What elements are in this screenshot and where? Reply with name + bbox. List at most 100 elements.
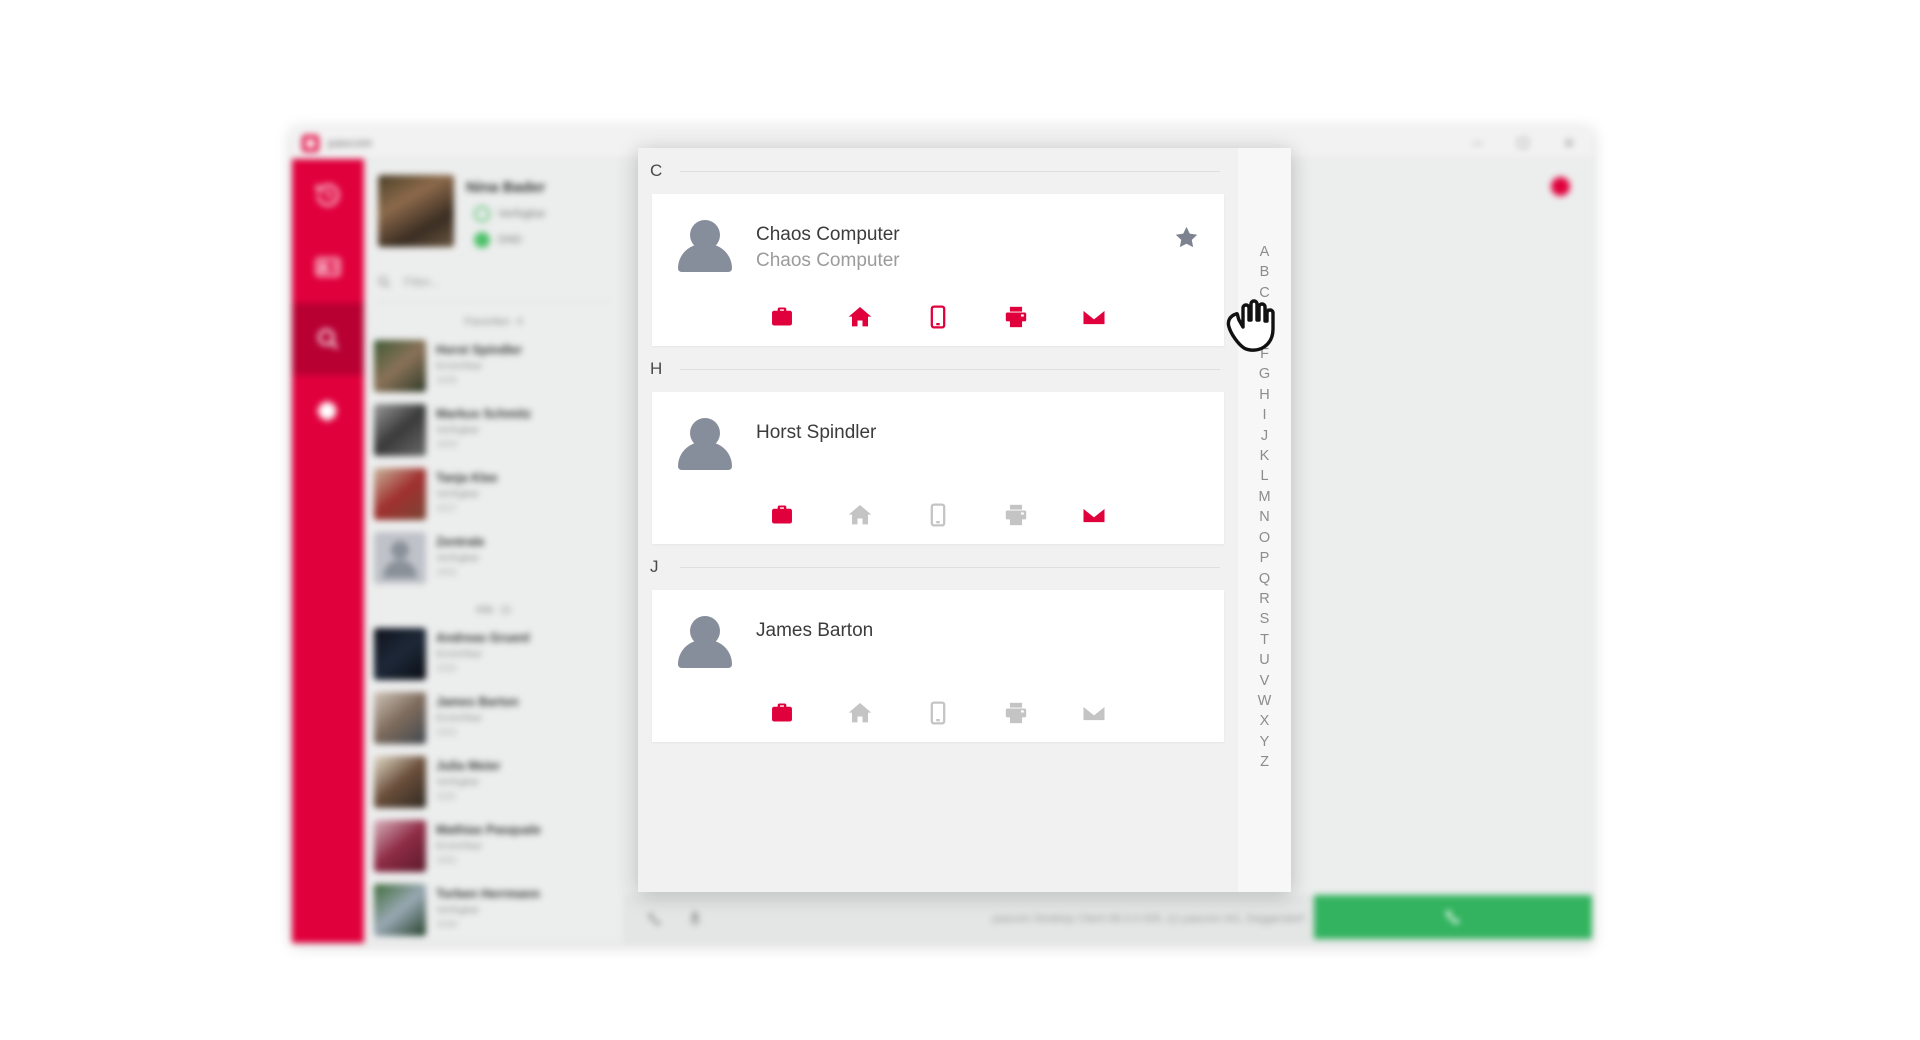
group-header-favoriten: Favoriten 4 xyxy=(364,302,623,334)
contact-filter-row[interactable]: Filter... xyxy=(376,262,611,302)
contact-detail: 1005 xyxy=(436,375,458,386)
contact-detail: 1034 xyxy=(436,919,458,930)
star-icon[interactable] xyxy=(1173,224,1200,251)
briefcase-icon[interactable] xyxy=(769,304,795,330)
alphabet-index-x[interactable]: X xyxy=(1260,711,1270,731)
alphabet-index-p[interactable]: P xyxy=(1260,548,1270,568)
contact-subtitle: Chaos Computer xyxy=(756,249,900,271)
alphabet-index-h[interactable]: H xyxy=(1259,385,1269,405)
alphabet-index-k[interactable]: K xyxy=(1260,446,1270,466)
phone-icon xyxy=(1445,910,1460,924)
list-item[interactable]: Markus Schmitz Verfügbar 1003 xyxy=(364,398,623,462)
section-letter: H xyxy=(650,359,663,378)
list-item[interactable]: Tanja Klee Verfügbar 1017 xyxy=(364,462,623,526)
alphabet-index-a[interactable]: A xyxy=(1260,242,1270,262)
window-controls: ✕ xyxy=(1454,128,1592,159)
alphabet-index-z[interactable]: Z xyxy=(1260,752,1269,772)
search-icon xyxy=(378,275,390,288)
avatar xyxy=(374,468,426,520)
contact-name: James Barton xyxy=(756,620,874,641)
alphabet-index-n[interactable]: N xyxy=(1259,507,1269,527)
alphabet-index-y[interactable]: Y xyxy=(1260,732,1270,752)
alphabet-index-w[interactable]: W xyxy=(1258,691,1272,711)
contact-results-list[interactable]: C Chaos Computer Chaos Computer H Horst … xyxy=(638,148,1238,892)
sidebar-item-history[interactable] xyxy=(292,159,364,231)
alphabet-index-g[interactable]: G xyxy=(1259,364,1270,384)
call-button[interactable] xyxy=(1314,895,1592,939)
contact-card-chaos-computer[interactable]: Chaos Computer Chaos Computer xyxy=(652,194,1224,346)
contact-status: Erreichbar xyxy=(436,713,483,724)
status-dot-secondary xyxy=(474,232,490,248)
envelope-icon[interactable] xyxy=(1081,502,1107,528)
contact-name: Mathias Pasquale xyxy=(436,823,541,837)
briefcase-icon[interactable] xyxy=(769,502,795,528)
briefcase-icon[interactable] xyxy=(769,700,795,726)
alphabet-index-l[interactable]: L xyxy=(1260,466,1268,486)
alphabet-index-o[interactable]: O xyxy=(1259,528,1270,548)
alphabet-index-i[interactable]: I xyxy=(1262,405,1266,425)
search-magnifier-icon xyxy=(318,329,339,350)
alphabet-index-m[interactable]: M xyxy=(1258,487,1270,507)
envelope-icon xyxy=(1081,704,1107,721)
mobile-icon[interactable] xyxy=(925,304,951,330)
close-button[interactable]: ✕ xyxy=(1546,128,1592,159)
avatar xyxy=(374,404,426,456)
section-divider xyxy=(680,566,1220,568)
app-title: pascom xyxy=(328,136,373,150)
alphabet-index-t[interactable]: T xyxy=(1260,630,1269,650)
group-header-alle: Alle 11 xyxy=(364,590,623,622)
alphabet-index-u[interactable]: U xyxy=(1259,650,1269,670)
contact-search-modal: C Chaos Computer Chaos Computer H Horst … xyxy=(638,148,1291,892)
phone-icon xyxy=(648,912,661,926)
contact-name: Horst Spindler xyxy=(756,422,877,443)
printer-icon[interactable] xyxy=(1003,304,1029,330)
list-item[interactable]: Horst Spindler Erreichbar 1005 xyxy=(364,334,623,398)
alphabet-index-r[interactable]: R xyxy=(1259,589,1269,609)
home-icon[interactable] xyxy=(847,304,873,330)
envelope-icon[interactable] xyxy=(1081,304,1107,330)
notification-badge-icon[interactable] xyxy=(1551,177,1570,196)
contact-status: Erreichbar xyxy=(436,841,483,852)
alphabet-index-j[interactable]: J xyxy=(1261,426,1268,446)
minimize-button[interactable] xyxy=(1454,128,1500,159)
list-item[interactable]: Torben Herrmann Verfügbar 1034 xyxy=(364,878,623,942)
contact-name: Chaos Computer xyxy=(756,224,900,245)
maximize-button[interactable] xyxy=(1500,128,1546,159)
contact-status: Verfügbar xyxy=(436,425,480,436)
avatar xyxy=(674,612,736,674)
contact-actions xyxy=(652,502,1224,528)
section-header-c: C xyxy=(638,148,1238,194)
history-clock-icon xyxy=(316,184,340,207)
list-item[interactable]: Mathias Pasquale Erreichbar 1051 xyxy=(364,814,623,878)
contact-card-james-barton[interactable]: James Barton xyxy=(652,590,1224,742)
contact-card-icon xyxy=(315,257,341,277)
list-item[interactable]: Julia Meier Verfügbar 1116 xyxy=(364,750,623,814)
user-status-row: Verfügbar xyxy=(466,206,546,222)
printer-icon xyxy=(1005,504,1027,526)
avatar xyxy=(374,628,426,680)
sidebar-item-search[interactable] xyxy=(292,303,364,375)
alphabet-index[interactable]: A B C D E F G H I J K L M N O P Q R S T … xyxy=(1238,148,1291,892)
contact-actions xyxy=(652,304,1224,330)
contact-detail: 1001 xyxy=(436,567,458,578)
contact-name: Tanja Klee xyxy=(436,471,498,485)
alphabet-index-s[interactable]: S xyxy=(1260,609,1270,629)
home-icon xyxy=(848,703,872,723)
contact-name: Markus Schmitz xyxy=(436,407,532,421)
contact-card-horst-spindler[interactable]: Horst Spindler xyxy=(652,392,1224,544)
contact-detail: 1116 xyxy=(436,791,456,802)
group-label: Favoriten xyxy=(464,316,511,328)
contact-status: Erreichbar xyxy=(436,649,483,660)
list-item[interactable]: Andreas Gruenl Erreichbar 1102 xyxy=(364,622,623,686)
sidebar-item-settings[interactable] xyxy=(292,375,364,447)
alphabet-index-q[interactable]: Q xyxy=(1259,569,1270,589)
alphabet-index-v[interactable]: V xyxy=(1260,671,1270,691)
mobile-icon xyxy=(930,701,946,725)
current-user-card[interactable]: Nina Bader Verfügbar DND xyxy=(364,159,623,258)
list-item[interactable]: James Barton Erreichbar 1201 xyxy=(364,686,623,750)
home-icon xyxy=(848,505,872,525)
mobile-icon xyxy=(930,503,946,527)
contact-name: Andreas Gruenl xyxy=(436,631,530,645)
sidebar-item-contacts[interactable] xyxy=(292,231,364,303)
list-item[interactable]: Zentrale Verfügbar 1001 xyxy=(364,526,623,590)
